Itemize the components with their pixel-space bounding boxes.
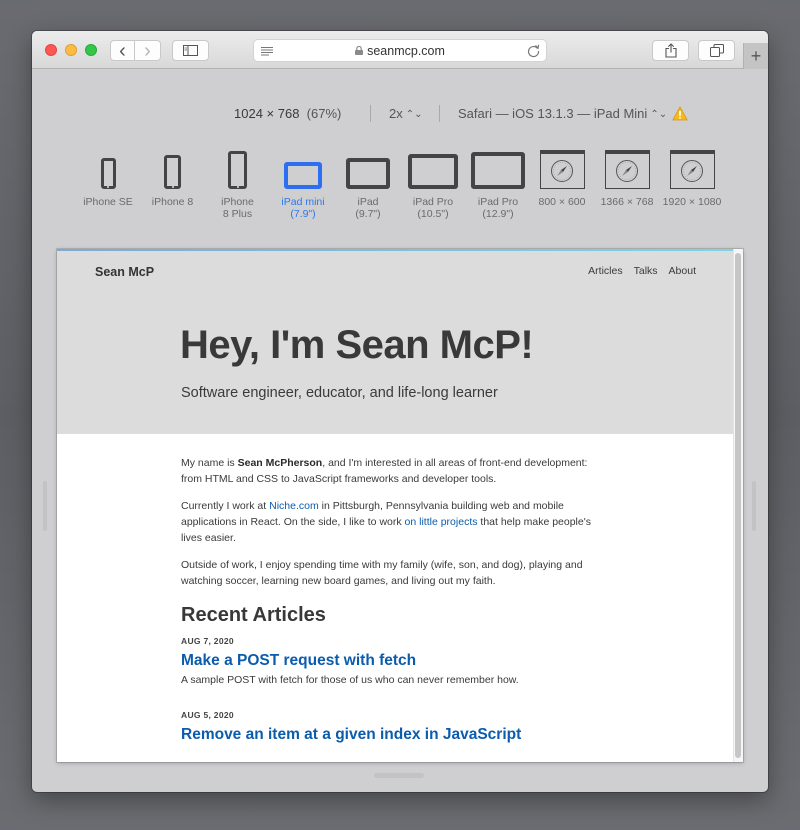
hero-tagline: Software engineer, educator, and life-lo… (181, 385, 498, 401)
article-item: AUG 5, 2020 Remove an item at a given in… (181, 707, 611, 746)
tablet-icon (284, 162, 322, 189)
article-date: AUG 7, 2020 (181, 636, 234, 646)
resize-handle-right[interactable] (752, 481, 756, 531)
device-ipad-pro-10-5[interactable]: iPad Pro (10.5") (405, 149, 461, 220)
user-agent-value: Safari — iOS 13.1.3 — iPad Mini (458, 106, 648, 121)
lock-icon (355, 46, 364, 55)
warning-icon[interactable] (672, 106, 688, 121)
device-label: 1920 × 1080 (662, 196, 722, 208)
reload-icon[interactable] (526, 43, 541, 58)
zoom-percentage: (67%) (306, 106, 342, 121)
plus-icon: + (750, 45, 762, 66)
device-1920x1080[interactable]: 1920 × 1080 (659, 149, 725, 208)
device-iphone-8[interactable]: iPhone 8 (145, 149, 200, 208)
resolution-value: 1024 × 768 (234, 106, 300, 121)
sidebar-toggle-button[interactable] (172, 40, 209, 61)
tablet-icon (408, 154, 458, 189)
device-viewport: Sean McP Articles Talks About Hey, I'm S… (57, 249, 743, 762)
device-label: iPad Pro (12.9") (477, 196, 519, 220)
updown-chevron-icon: ⌃⌄ (405, 109, 423, 120)
address-bar[interactable]: seanmcp.com (253, 39, 547, 62)
resize-handle-bottom[interactable] (374, 773, 424, 778)
show-tabs-button[interactable] (698, 40, 735, 61)
close-window-button[interactable] (45, 44, 57, 56)
intro-paragraph-1: My name is Sean McPherson, and I'm inter… (181, 455, 611, 487)
scrollbar-thumb[interactable] (735, 253, 741, 758)
device-label: iPhone SE (83, 196, 133, 208)
user-agent-select[interactable]: Safari — iOS 13.1.3 — iPad Mini ⌃⌄ (458, 106, 667, 121)
recent-articles-heading: Recent Articles (181, 604, 326, 626)
chevron-left-icon: ‹ (119, 39, 126, 62)
device-label: iPad (9.7") (355, 196, 381, 220)
nav-link-about[interactable]: About (669, 265, 696, 277)
pixel-ratio-select[interactable]: 2x ⌃⌄ (389, 106, 423, 121)
url-text: seanmcp.com (367, 44, 445, 58)
back-button[interactable]: ‹ (110, 40, 135, 61)
share-button[interactable] (652, 40, 689, 61)
device-iphone-se[interactable]: iPhone SE (80, 149, 136, 208)
pixel-ratio-value: 2x (389, 106, 403, 121)
chevron-right-icon: › (144, 39, 151, 62)
article-title-link[interactable]: Remove an item at a given index in JavaS… (181, 724, 611, 746)
title-bar: ‹ › seanmcp.com + (32, 31, 768, 69)
nav-link-talks[interactable]: Talks (634, 265, 658, 277)
site-content: My name is Sean McPherson, and I'm inter… (181, 455, 611, 746)
device-ipad-mini[interactable]: iPad mini (7.9") (275, 149, 331, 220)
hero-title: Hey, I'm Sean McP! (180, 323, 534, 367)
divider (439, 105, 440, 122)
nav-link-articles[interactable]: Articles (588, 265, 622, 277)
new-tab-button[interactable]: + (743, 43, 768, 69)
resize-handle-left[interactable] (43, 481, 47, 531)
device-label: iPhone 8 Plus (221, 196, 254, 220)
site-nav: Articles Talks About (588, 265, 696, 277)
article-item: AUG 7, 2020 Make a POST request with fet… (181, 633, 611, 688)
device-800x600[interactable]: 800 × 600 (532, 149, 592, 208)
tablet-icon (471, 152, 525, 189)
article-date: AUG 5, 2020 (181, 710, 234, 720)
divider (370, 105, 371, 122)
phone-icon (228, 151, 247, 189)
site-logo[interactable]: Sean McP (95, 265, 154, 279)
phone-icon (100, 158, 116, 189)
forward-button[interactable]: › (135, 40, 161, 61)
device-ipad-pro-12-9[interactable]: iPad Pro (12.9") (469, 149, 527, 220)
text: My name is (181, 457, 238, 469)
author-name: Sean McPherson (237, 457, 323, 469)
device-label: iPad mini (7.9") (281, 196, 325, 220)
device-label: iPad Pro (10.5") (412, 196, 454, 220)
browser-window: ‹ › seanmcp.com + 1024 × 768 (67%) 2x⌃⌄ (32, 31, 768, 792)
safari-compass-icon (604, 150, 650, 189)
sidebar-icon (183, 45, 198, 56)
share-icon (664, 43, 677, 58)
tabs-overview-icon (709, 44, 724, 57)
device-ipad[interactable]: iPad (9.7") (340, 149, 396, 220)
resolution-readout[interactable]: 1024 × 768 (67%) (234, 106, 341, 121)
phone-icon (164, 155, 181, 189)
device-1366x768[interactable]: 1366 × 768 (595, 149, 659, 208)
device-label: 800 × 600 (538, 196, 586, 208)
article-description: A sample POST with fetch for those of us… (181, 674, 519, 686)
intro-paragraph-2: Currently I work at Niche.com in Pittsbu… (181, 498, 611, 546)
device-picker: iPhone SE iPhone 8 iPhone 8 Plus iPad mi… (32, 149, 768, 229)
safari-compass-icon (539, 150, 585, 189)
device-iphone-8-plus[interactable]: iPhone 8 Plus (210, 149, 265, 220)
url-display[interactable]: seanmcp.com (254, 44, 546, 58)
niche-link[interactable]: Niche.com (269, 500, 319, 512)
intro-paragraph-3: Outside of work, I enjoy spending time w… (181, 559, 583, 587)
device-label: iPhone 8 (151, 196, 194, 208)
updown-chevron-icon: ⌃⌄ (650, 109, 668, 120)
site-hero: Sean McP Articles Talks About Hey, I'm S… (57, 251, 733, 434)
minimize-window-button[interactable] (65, 44, 77, 56)
tablet-icon (346, 158, 390, 189)
text: Currently I work at (181, 500, 270, 512)
projects-link[interactable]: on little projects (405, 516, 478, 528)
maximize-window-button[interactable] (85, 44, 97, 56)
safari-compass-icon (669, 150, 715, 189)
responsive-design-toolbar: 1024 × 768 (67%) 2x ⌃⌄ Safari — iOS 13.1.… (32, 103, 768, 125)
scrollbar-track[interactable] (733, 249, 743, 762)
article-title-link[interactable]: Make a POST request with fetch (181, 650, 611, 672)
device-label: 1366 × 768 (600, 196, 654, 208)
